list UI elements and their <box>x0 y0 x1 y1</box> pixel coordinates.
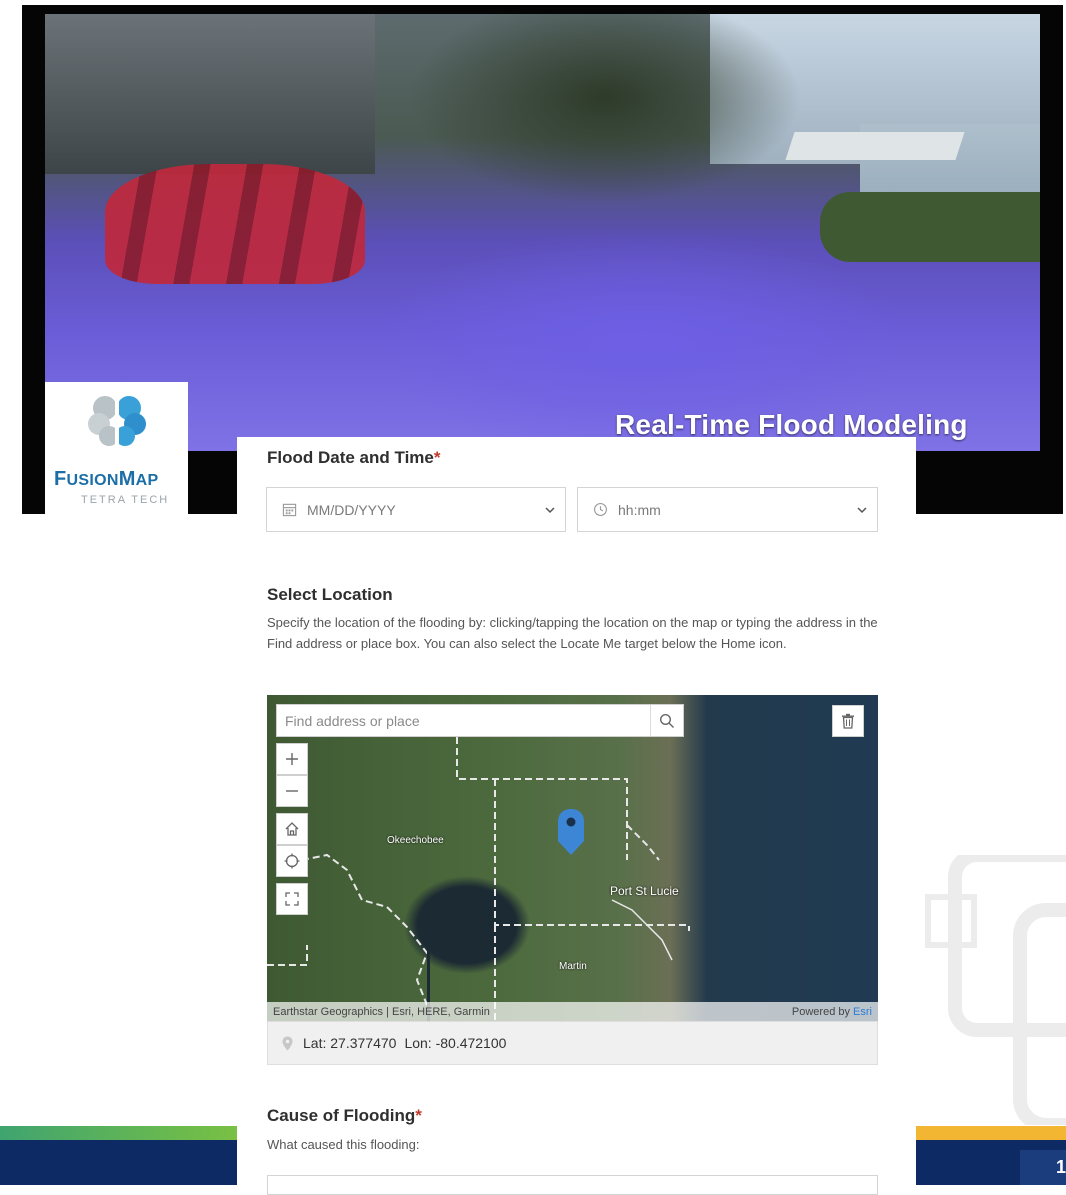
hero-pavilion <box>785 132 965 160</box>
date-placeholder: MM/DD/YYYY <box>307 501 396 518</box>
footer-stripe-green <box>0 1126 240 1140</box>
map-pin-icon <box>282 1036 293 1051</box>
zoom-out-button[interactable] <box>276 775 308 807</box>
clock-icon <box>592 502 608 518</box>
location-map[interactable]: Okeechobee Port St Lucie Martin Earthsta… <box>267 695 878 1021</box>
powered-by: Powered by Esri <box>791 1005 872 1018</box>
location-description: Specify the location of the flooding by:… <box>267 615 878 651</box>
hero-trees <box>345 14 865 224</box>
footer-stripe-gold <box>916 1126 1066 1140</box>
logo-subtitle: TETRA TECH <box>81 494 170 506</box>
hero-hedge <box>820 192 1040 262</box>
cause-description: What caused this flooding: <box>267 1137 420 1152</box>
logo-name: FUSIONMAP <box>54 468 159 490</box>
latitude-label: Lat: <box>303 1035 327 1051</box>
cause-of-flooding-label: Cause of Flooding* <box>267 1106 422 1125</box>
chevron-down-icon <box>847 506 877 514</box>
chevron-down-icon <box>535 506 565 514</box>
select-location-label: Select Location <box>267 585 393 604</box>
page-number: 1 <box>1020 1150 1066 1185</box>
plus-icon <box>286 753 298 765</box>
attribution-text: Earthstar Geographics | Esri, HERE, Garm… <box>273 1005 490 1018</box>
esri-link[interactable]: Esri <box>853 1006 872 1018</box>
date-picker[interactable]: MM/DD/YYYY <box>266 487 566 532</box>
map-attribution: Earthstar Geographics | Esri, HERE, Garm… <box>267 1002 878 1021</box>
brain-logo-icon <box>88 396 146 446</box>
hero-building <box>45 14 375 174</box>
home-button[interactable] <box>276 813 308 845</box>
fullscreen-icon <box>285 892 299 906</box>
latitude-value: 27.377470 <box>330 1035 397 1051</box>
coordinates-readout: Lat: 27.377470 Lon: -80.472100 <box>267 1021 878 1065</box>
locate-target-icon <box>284 853 300 869</box>
longitude-value: -80.472100 <box>435 1035 507 1051</box>
search-icon[interactable] <box>650 705 683 736</box>
find-address-input[interactable] <box>277 705 650 736</box>
trash-icon[interactable] <box>832 705 864 737</box>
time-placeholder: hh:mm <box>618 501 661 518</box>
watermark-decoration <box>925 855 1066 1125</box>
time-picker[interactable]: hh:mm <box>577 487 878 532</box>
location-pin-icon[interactable] <box>556 807 586 857</box>
fusionmap-logo: FUSIONMAP TETRA TECH <box>45 382 188 514</box>
home-icon <box>285 822 299 836</box>
hero-umbrellas <box>105 164 365 284</box>
county-boundaries <box>267 737 690 1021</box>
calendar-icon <box>281 502 297 518</box>
zoom-in-button[interactable] <box>276 743 308 775</box>
minus-icon <box>286 790 298 792</box>
cause-of-flooding-field[interactable] <box>267 1175 878 1195</box>
flood-hero-image: Real-Time Flood Modeling <box>45 14 1040 451</box>
map-search-box <box>276 704 684 737</box>
locate-me-button[interactable] <box>276 845 308 877</box>
longitude-label: Lon: <box>404 1035 432 1051</box>
flood-report-form: Flood Date and Time* MM/DD/YYYY hh:mm Se… <box>237 437 916 1195</box>
flood-date-time-label: Flood Date and Time* <box>267 448 441 467</box>
fullscreen-button[interactable] <box>276 883 308 915</box>
map-label-okeechobee: Okeechobee <box>387 835 444 846</box>
map-label-port-st-lucie: Port St Lucie <box>610 884 679 898</box>
map-label-martin: Martin <box>559 961 587 972</box>
